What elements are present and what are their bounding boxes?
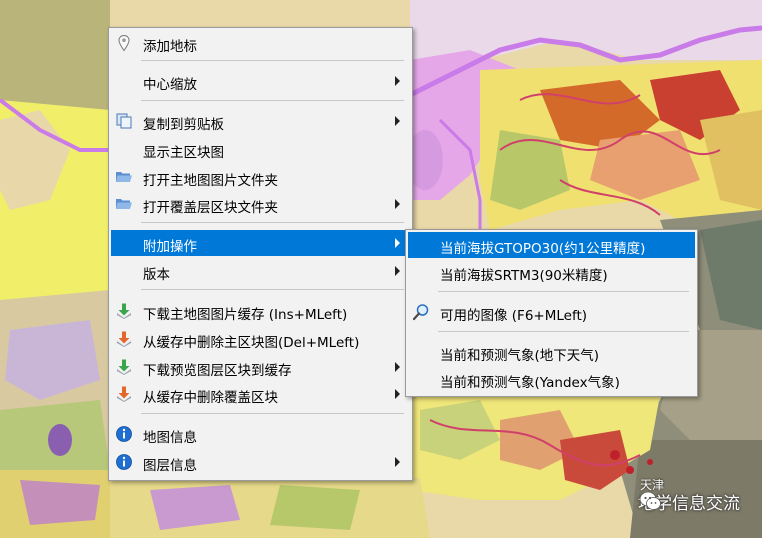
watermark: 地学信息交流 <box>638 489 740 514</box>
menu-item-label: 当前和预测气象(Yandex气象) <box>440 375 620 391</box>
menu-separator <box>141 289 404 290</box>
menu-item-delete-main-cache[interactable]: 从缓存中删除主区块图(Del+MLeft) <box>111 326 410 352</box>
menu-item-label: 下载预览图层区块到缓存 <box>143 363 292 379</box>
menu-separator <box>141 413 404 414</box>
folder-icon <box>116 172 132 182</box>
menu-item-label: 当前海拔GTOPO30(约1公里精度) <box>440 241 646 257</box>
menu-item-label: 地图信息 <box>143 430 197 446</box>
menu-separator <box>141 100 404 101</box>
map-pin-icon <box>118 34 130 52</box>
menu-separator <box>141 222 404 223</box>
menu-item-extra-operations[interactable]: 附加操作 <box>111 230 410 256</box>
submenu-arrow-icon <box>395 199 400 209</box>
submenu-item-elevation-gtopo30[interactable]: 当前海拔GTOPO30(约1公里精度) <box>408 232 695 258</box>
submenu-arrow-icon <box>395 457 400 467</box>
menu-item-label: 从缓存中删除主区块图(Del+MLeft) <box>143 335 360 351</box>
download-icon <box>117 359 131 375</box>
info-icon <box>116 454 132 470</box>
menu-item-label: 可用的图像 (F6+MLeft) <box>440 308 588 324</box>
menu-item-label: 从缓存中删除覆盖区块 <box>143 390 278 406</box>
menu-item-delete-overlay-cache[interactable]: 从缓存中删除覆盖区块 <box>111 381 410 407</box>
menu-item-label: 版本 <box>143 267 170 283</box>
context-menu: 添加地标 中心缩放 复制到剪贴板 显示主区块图 打开主地图图片文件夹 打开覆盖层… <box>108 27 413 481</box>
menu-item-label: 当前海拔SRTM3(90米精度) <box>440 268 608 284</box>
submenu-arrow-icon <box>395 389 400 399</box>
folder-icon <box>116 199 132 209</box>
delete-cache-icon <box>117 386 131 402</box>
submenu-item-weather-yandex[interactable]: 当前和预测气象(Yandex气象) <box>408 366 695 392</box>
menu-item-label: 复制到剪贴板 <box>143 117 224 133</box>
download-icon <box>117 303 131 319</box>
menu-item-show-main-tile[interactable]: 显示主区块图 <box>111 136 410 162</box>
submenu-arrow-icon <box>395 76 400 86</box>
menu-item-label: 添加地标 <box>143 39 197 55</box>
info-icon <box>116 426 132 442</box>
menu-item-version[interactable]: 版本 <box>111 258 410 284</box>
menu-separator <box>141 60 404 61</box>
menu-item-copy-clipboard[interactable]: 复制到剪贴板 <box>111 108 410 134</box>
menu-separator <box>438 291 689 292</box>
submenu-arrow-icon <box>395 116 400 126</box>
menu-separator <box>438 331 689 332</box>
menu-item-label: 打开覆盖层区块文件夹 <box>143 200 278 216</box>
copy-icon <box>116 113 132 129</box>
wechat-icon <box>639 491 661 510</box>
menu-item-label: 打开主地图图片文件夹 <box>143 173 278 189</box>
menu-item-label: 中心缩放 <box>143 77 197 93</box>
extra-operations-submenu: 当前海拔GTOPO30(约1公里精度) 当前海拔SRTM3(90米精度) 可用的… <box>405 229 698 397</box>
menu-item-label: 当前和预测气象(地下天气) <box>440 348 600 364</box>
delete-cache-icon <box>117 331 131 347</box>
menu-item-download-preview-layer[interactable]: 下载预览图层区块到缓存 <box>111 354 410 380</box>
submenu-item-elevation-srtm3[interactable]: 当前海拔SRTM3(90米精度) <box>408 259 695 285</box>
menu-item-label: 显示主区块图 <box>143 145 224 161</box>
menu-item-map-info[interactable]: 地图信息 <box>111 421 410 447</box>
submenu-arrow-icon <box>395 266 400 276</box>
menu-item-download-main-cache[interactable]: 下载主地图图片缓存 (Ins+MLeft) <box>111 298 410 324</box>
submenu-item-available-imagery[interactable]: 可用的图像 (F6+MLeft) <box>408 299 695 325</box>
menu-item-open-overlay-folder[interactable]: 打开覆盖层区块文件夹 <box>111 191 410 217</box>
menu-item-open-main-folder[interactable]: 打开主地图图片文件夹 <box>111 164 410 190</box>
menu-item-label: 附加操作 <box>143 239 197 255</box>
submenu-arrow-icon <box>395 362 400 372</box>
menu-item-add-placemark[interactable]: 添加地标 <box>111 30 410 56</box>
submenu-arrow-icon <box>395 238 400 248</box>
menu-item-center-zoom[interactable]: 中心缩放 <box>111 68 410 94</box>
menu-item-label: 图层信息 <box>143 458 197 474</box>
submenu-item-weather-underground[interactable]: 当前和预测气象(地下天气) <box>408 339 695 365</box>
menu-item-label: 下载主地图图片缓存 (Ins+MLeft) <box>143 307 348 323</box>
magnifier-icon <box>412 304 429 321</box>
menu-item-layer-info[interactable]: 图层信息 <box>111 449 410 475</box>
